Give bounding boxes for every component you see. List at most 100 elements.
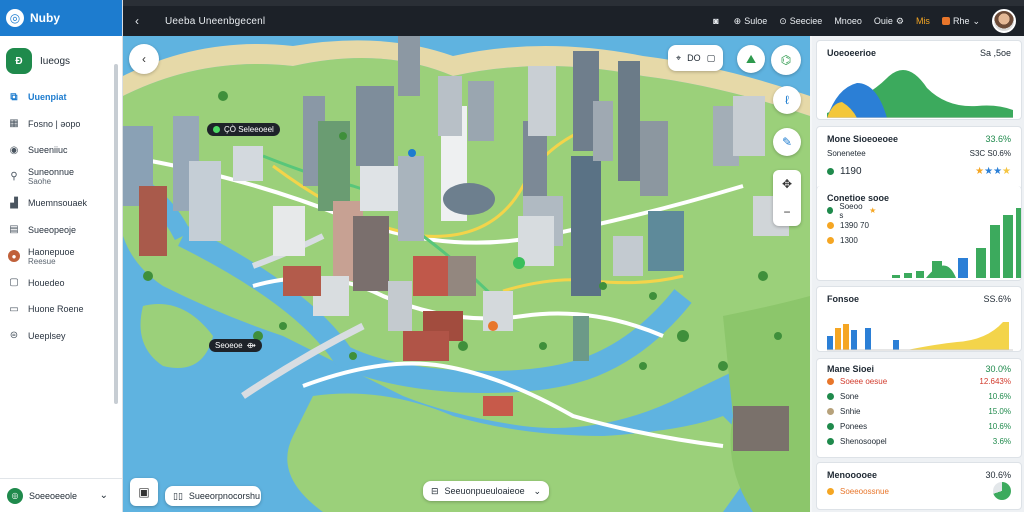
clock-icon: ⊙ xyxy=(779,15,787,26)
legend-label: 1390 70 xyxy=(840,221,869,230)
map-legend-pill[interactable]: ▯▯ Sueeorpnocorshu xyxy=(165,486,261,506)
sidebar-item-2[interactable]: ◉ Sueeniiuc xyxy=(0,137,122,164)
card-title: Fonsoe xyxy=(827,294,860,304)
stats-panel: Uoeoeerioe Sa ,5oe Mone Sioeoeoee 33.6% So… xyxy=(812,36,1024,512)
accent-button[interactable]: Mis xyxy=(916,16,930,26)
sidebar-item-label: Huone Roene xyxy=(28,304,84,315)
zoom-out-icon[interactable]: − xyxy=(783,205,790,219)
legend-dot-icon xyxy=(827,438,834,445)
gear-button[interactable]: Ouie ⚙ xyxy=(874,16,904,27)
sidebar-item-label: Ueeplsey xyxy=(28,330,66,341)
sidebar-item-label: Muemnsouaek xyxy=(28,198,88,209)
legend-dot-icon xyxy=(827,237,834,244)
flag-button[interactable]: Rhe ⌄ xyxy=(941,15,980,27)
mixed-chart xyxy=(827,322,1013,351)
map-label-west[interactable]: Seoeoe ⟴ xyxy=(209,339,262,352)
stat-value: S3C S0.6% xyxy=(969,148,1011,158)
search-location-button[interactable]: ℓ xyxy=(773,86,801,114)
card-title: Mane Sioei xyxy=(827,364,875,374)
flag-icon xyxy=(941,17,950,25)
camera-icon: ◙ xyxy=(713,16,719,26)
sidebar-item-1[interactable]: ▦ Fosno | ǝopo xyxy=(0,111,122,138)
mode-button[interactable]: Mnoeo xyxy=(834,16,862,26)
map-view-toggle[interactable]: ⌖ DO ▢ xyxy=(668,45,724,71)
star-icon: ★ xyxy=(869,206,877,215)
map-label-text: Seoeoe xyxy=(215,341,243,350)
sidebar-item-3[interactable]: ⚲ Suneonnue Saohe xyxy=(0,164,122,191)
land-island-2 xyxy=(340,400,376,416)
tool-label: Ouie xyxy=(873,16,893,26)
account-switcher[interactable]: Ð Iueogs xyxy=(0,36,122,84)
target-icon: ◉ xyxy=(9,144,19,156)
workspace-icon: ◎ xyxy=(7,487,23,504)
sidebar-item-9[interactable]: ⊜ Ueeplsey xyxy=(0,323,122,350)
user-avatar[interactable] xyxy=(992,9,1016,33)
layers-button[interactable]: ⛰ xyxy=(737,45,765,73)
chevron-left-icon: ‹ xyxy=(142,52,146,66)
card-breakdown[interactable]: Mane Sioei 30.0% Soeee oesue 12.643% Sone 1… xyxy=(816,358,1022,458)
card-value: 30.0% xyxy=(985,364,1011,374)
back-arrow-icon[interactable]: ‹ xyxy=(123,14,151,28)
card-value: 33.6% xyxy=(985,134,1011,144)
brand-name: Nuby xyxy=(30,11,60,25)
breakdown-value: 10.6% xyxy=(988,392,1011,401)
legend-row: Soeoo s ★ xyxy=(817,202,886,220)
globe-icon: ⊕ xyxy=(733,15,742,26)
card-value: Sa ,5oe xyxy=(979,48,1011,58)
breakdown-row: Sone 10.6% xyxy=(817,389,1021,404)
legend-row: 1300 xyxy=(817,233,886,248)
legend-dot-icon xyxy=(827,207,834,214)
card-area-chart[interactable]: Uoeoeerioe Sa ,5oe xyxy=(816,40,1022,120)
bar-chart xyxy=(892,208,1021,278)
card-bar-chart[interactable]: Conetioe sooe Soeoo s ★ 1390 70 1300 xyxy=(816,186,1022,281)
area-chart xyxy=(827,70,1013,119)
globe-button[interactable]: ⊕ Suloe xyxy=(734,16,768,27)
pencil-icon: ✎ xyxy=(781,135,793,149)
terrain-button[interactable]: ⌬ xyxy=(771,45,801,75)
chevron-down-icon: ⌄ xyxy=(972,15,980,26)
card-mixed-chart[interactable]: Fonsoe SS.6% xyxy=(816,286,1022,352)
sidebar-footer[interactable]: ◎ Soeeoeeole ⌄ xyxy=(0,478,122,512)
map-layer-dropdown[interactable]: ⊟ Seeuonpueuloaieoe ⌄ xyxy=(423,481,549,501)
map-label-north[interactable]: ÇÒ Seleeoeel xyxy=(207,123,280,136)
user-icon: ● xyxy=(8,250,20,263)
map-canvas[interactable] xyxy=(123,36,810,512)
chevron-down-icon: ⌄ xyxy=(533,485,541,496)
map-view-value: DO xyxy=(687,53,701,63)
land-island-3 xyxy=(419,460,447,472)
sidebar-item-8[interactable]: ▭ Huone Roene xyxy=(0,296,122,323)
sidebar-item-0[interactable]: ⧉ Uuenpiat xyxy=(0,84,122,111)
sidebar-nav: ⧉ Uuenpiat ▦ Fosno | ǝopo ◉ Sueeniiuc ⚲ Sune… xyxy=(0,84,122,349)
clock-button[interactable]: ⊙ Seeciee xyxy=(779,16,822,27)
sidebar-item-6[interactable]: ● Haonepuoe Reesue xyxy=(0,243,122,270)
map-panel-toggle[interactable]: ▣ xyxy=(130,478,158,506)
sidebar-item-7[interactable]: ▢ Houedeo xyxy=(0,270,122,297)
camera-button[interactable]: ◙ xyxy=(713,16,721,26)
move-icon[interactable]: ✥ xyxy=(782,177,792,191)
settings-icon: ⊜ xyxy=(9,330,19,342)
clipboard-icon: ▢ xyxy=(9,277,19,289)
page-title: Ueeba Uneenbgecenl xyxy=(165,15,266,27)
sidebar-scrollbar[interactable] xyxy=(114,64,118,404)
star-icon: ★ xyxy=(993,165,1003,177)
draw-button[interactable]: ✎ xyxy=(773,128,801,156)
sidebar-item-4[interactable]: ▟ Muemnsouaek xyxy=(0,190,122,217)
breakdown-row: Ponees 10.6% xyxy=(817,419,1021,434)
card-progress[interactable]: Menooooee 30.6% Soeeoossnue xyxy=(816,462,1022,510)
warning-icon xyxy=(827,487,834,495)
gear-icon: ⚙ xyxy=(895,15,904,26)
legend-dot-icon xyxy=(827,393,834,400)
map-view[interactable]: ‹ ÇÒ Seleeoeel Seoeoe ⟴ ⌖ DO ▢ ⛰ ⌬ ℓ ✎ ✥… xyxy=(123,36,810,512)
sidebar-item-5[interactable]: ▤ Sueeopeoje xyxy=(0,217,122,244)
map-back-button[interactable]: ‹ xyxy=(129,44,159,74)
status-dot-icon xyxy=(213,126,220,133)
location-icon: ℓ xyxy=(785,93,789,107)
sidebar-footer-label: Soeeoeeole xyxy=(29,490,78,501)
zoom-controls: ✥ − xyxy=(773,170,801,226)
breakdown-value: 3.6% xyxy=(992,437,1011,446)
brand-bar[interactable]: ◎ Nuby xyxy=(0,0,122,36)
pin-icon: ⚲ xyxy=(10,171,18,183)
folder-icon: ▭ xyxy=(9,303,19,315)
breakdown-label: Sone xyxy=(840,392,859,401)
sidebar-item-label: Houedeo xyxy=(28,277,65,288)
